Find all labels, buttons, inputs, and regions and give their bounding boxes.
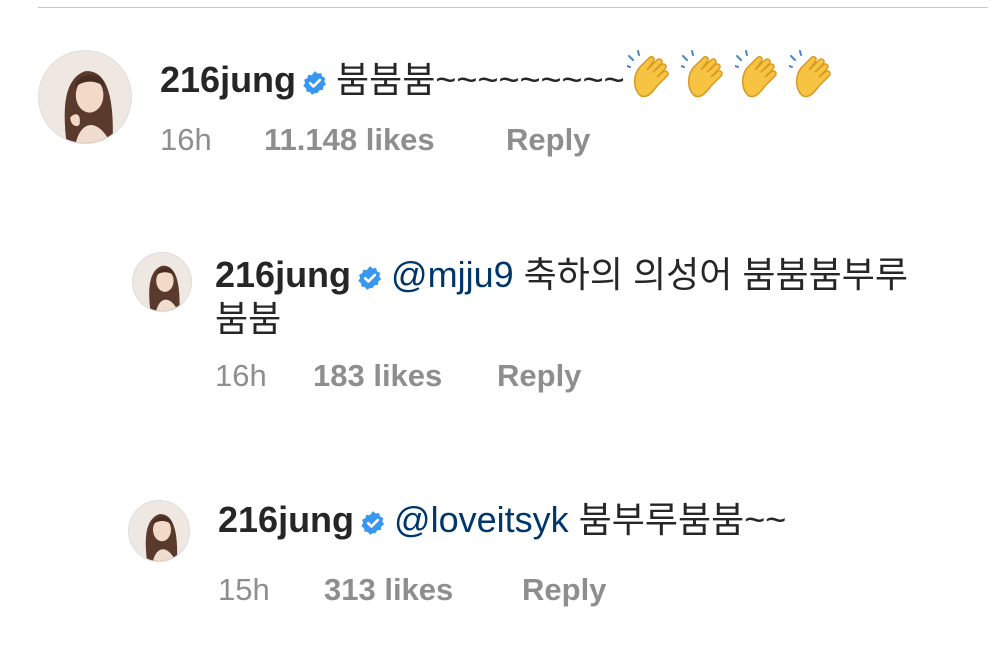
comment-time: 15h: [218, 572, 270, 607]
reply-button[interactable]: Reply: [497, 356, 581, 396]
clapping-hands-icon: [625, 50, 679, 110]
comment-text: 붐부루붐붐~~: [578, 499, 787, 540]
comment-text: 붐붐붐~~~~~~~~~: [336, 59, 625, 100]
avatar[interactable]: [132, 252, 192, 312]
clapping-hands-icon: [679, 50, 733, 110]
comment-text-continued: 붐붐: [215, 298, 282, 339]
username[interactable]: 216jung: [160, 59, 296, 100]
verified-badge-icon: [357, 257, 383, 301]
mention-link[interactable]: @mjju9: [391, 254, 514, 295]
mention-link[interactable]: @loveitsyk: [394, 499, 569, 540]
avatar[interactable]: [128, 500, 190, 562]
username[interactable]: 216jung: [218, 499, 354, 540]
comment-text: 축하의 의성어 붐붐붐부루: [523, 254, 908, 295]
top-divider: [38, 7, 988, 8]
reply-button[interactable]: Reply: [506, 120, 590, 160]
likes-count[interactable]: 183 likes: [313, 356, 497, 396]
avatar[interactable]: [38, 50, 132, 144]
verified-badge-icon: [360, 502, 386, 546]
profile-photo: [129, 501, 189, 561]
clapping-hands-icon: [733, 50, 787, 110]
reply-button[interactable]: Reply: [522, 570, 606, 610]
profile-photo: [39, 51, 131, 143]
clapping-hands-icon: [787, 50, 841, 110]
username[interactable]: 216jung: [215, 254, 351, 295]
verified-badge-icon: [302, 62, 328, 106]
profile-photo: [133, 253, 191, 311]
comment-time: 16h: [160, 122, 212, 157]
likes-count[interactable]: 313 likes: [324, 570, 522, 610]
likes-count[interactable]: 11.148 likes: [264, 120, 506, 160]
comment-time: 16h: [215, 358, 267, 393]
